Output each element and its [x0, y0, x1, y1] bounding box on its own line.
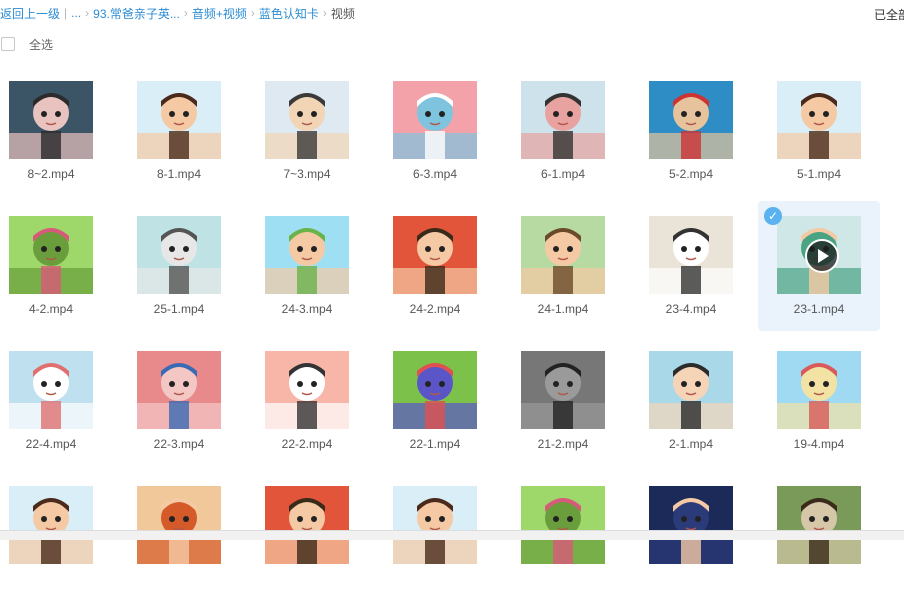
video-thumbnail[interactable] [521, 81, 605, 159]
file-tile[interactable]: 22-4.mp4 [0, 336, 112, 466]
file-name: 6-3.mp4 [412, 167, 458, 181]
video-thumbnail[interactable] [265, 351, 349, 429]
file-name: 5-2.mp4 [668, 167, 714, 181]
breadcrumb-current: 视频 [330, 6, 355, 21]
video-thumbnail[interactable] [393, 81, 477, 159]
video-thumbnail[interactable] [649, 81, 733, 159]
file-tile[interactable]: 6-3.mp4 [374, 66, 496, 196]
file-tile[interactable]: 8~2.mp4 [0, 66, 112, 196]
file-tile[interactable]: 8-1.mp4 [118, 66, 240, 196]
file-name: 24-3.mp4 [281, 302, 333, 316]
video-thumbnail[interactable] [265, 486, 349, 564]
file-name: 8-1.mp4 [156, 167, 202, 181]
breadcrumb-ellipsis[interactable]: ... [71, 6, 81, 20]
video-thumbnail[interactable] [137, 216, 221, 294]
selected-check-icon[interactable]: ✓ [764, 207, 782, 225]
video-thumbnail[interactable] [521, 216, 605, 294]
video-thumbnail[interactable] [521, 351, 605, 429]
breadcrumb-item-course[interactable]: 93.常爸亲子英... [93, 5, 180, 22]
file-tile[interactable]: 24-1.mp4 [502, 201, 624, 331]
breadcrumb-item-audio-video[interactable]: 音频+视频 [192, 5, 247, 22]
file-tile[interactable]: 23-4.mp4 [630, 201, 752, 331]
video-thumbnail[interactable] [9, 486, 93, 564]
file-tile[interactable]: 22-2.mp4 [246, 336, 368, 466]
file-tile[interactable]: 6-1.mp4 [502, 66, 624, 196]
file-name: 23-1.mp4 [793, 302, 845, 316]
file-name: 23-4.mp4 [665, 302, 717, 316]
video-thumbnail[interactable] [649, 351, 733, 429]
file-tile[interactable]: 4-2.mp4 [0, 201, 112, 331]
back-link[interactable]: 返回上一级 [0, 5, 60, 22]
breadcrumb: 返回上一级 | ... › 93.常爸亲子英... › 音频+视频 › 蓝色认知… [0, 0, 904, 26]
file-tile[interactable]: 5-1.mp4 [758, 66, 880, 196]
file-name: 22-2.mp4 [281, 437, 333, 451]
video-thumbnail[interactable] [9, 216, 93, 294]
video-thumbnail[interactable] [777, 81, 861, 159]
file-name: 6-1.mp4 [540, 167, 586, 181]
select-all-checkbox[interactable] [1, 37, 15, 51]
file-name: 8~2.mp4 [27, 167, 75, 181]
file-tile[interactable]: 22-1.mp4 [374, 336, 496, 466]
file-name: 22-3.mp4 [153, 437, 205, 451]
video-thumbnail[interactable] [9, 351, 93, 429]
file-tile[interactable]: 24-2.mp4 [374, 201, 496, 331]
video-thumbnail[interactable] [393, 351, 477, 429]
play-icon[interactable] [805, 239, 839, 273]
file-name: 25-1.mp4 [153, 302, 205, 316]
file-tile[interactable]: 25-1.mp4 [118, 201, 240, 331]
video-thumbnail[interactable] [777, 351, 861, 429]
file-name: 22-1.mp4 [409, 437, 461, 451]
file-name: 21-2.mp4 [537, 437, 589, 451]
file-tile[interactable]: 5-2.mp4 [630, 66, 752, 196]
video-thumbnail[interactable] [137, 486, 221, 564]
breadcrumb-separator: › [322, 6, 327, 20]
video-thumbnail[interactable] [649, 216, 733, 294]
video-thumbnail[interactable] [777, 486, 861, 564]
video-thumbnail[interactable] [9, 81, 93, 159]
file-tile[interactable]: 7~3.mp4 [246, 66, 368, 196]
select-all-label[interactable]: 全选 [29, 36, 53, 53]
file-name: 5-1.mp4 [796, 167, 842, 181]
file-tile[interactable]: 24-3.mp4 [246, 201, 368, 331]
file-tile[interactable]: 19-4.mp4 [758, 336, 880, 466]
file-name: 24-1.mp4 [537, 302, 589, 316]
video-thumbnail[interactable] [265, 216, 349, 294]
select-all-bar: 全选 [0, 30, 53, 58]
video-thumbnail[interactable] [393, 216, 477, 294]
file-name: 7~3.mp4 [283, 167, 331, 181]
file-tile[interactable]: 21-2.mp4 [502, 336, 624, 466]
video-thumbnail[interactable] [521, 486, 605, 564]
breadcrumb-separator: › [183, 6, 188, 20]
file-name: 22-4.mp4 [25, 437, 77, 451]
file-name: 24-2.mp4 [409, 302, 461, 316]
file-tile[interactable]: 22-3.mp4 [118, 336, 240, 466]
file-name: 19-4.mp4 [793, 437, 845, 451]
video-thumbnail[interactable] [649, 486, 733, 564]
file-tile[interactable]: ✓ 23-1.mp4 [758, 201, 880, 331]
file-name: 2-1.mp4 [668, 437, 714, 451]
breadcrumb-separator: › [250, 6, 255, 20]
video-thumbnail[interactable] [137, 351, 221, 429]
video-thumbnail[interactable] [137, 81, 221, 159]
file-name: 4-2.mp4 [28, 302, 74, 316]
breadcrumb-divider: | [64, 6, 68, 20]
video-thumbnail[interactable] [777, 216, 861, 294]
video-thumbnail[interactable] [265, 81, 349, 159]
breadcrumb-separator: › [85, 6, 90, 20]
video-thumbnail[interactable] [393, 486, 477, 564]
selection-status: 已全部 [873, 8, 904, 22]
breadcrumb-item-blue-cards[interactable]: 蓝色认知卡 [259, 5, 319, 22]
file-tile[interactable]: 2-1.mp4 [630, 336, 752, 466]
